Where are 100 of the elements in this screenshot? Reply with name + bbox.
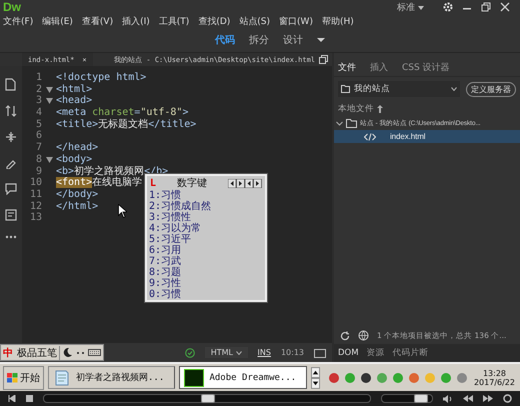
close-icon[interactable]	[500, 2, 510, 12]
line-number: 5	[34, 118, 42, 130]
candidate-item[interactable]: 1:习惯	[147, 190, 265, 201]
refresh-icon[interactable]	[340, 330, 350, 340]
window-size-icon[interactable]	[314, 348, 326, 358]
menu-item[interactable]: 插入(I)	[122, 14, 150, 28]
panel-tab[interactable]: 文件	[338, 61, 356, 74]
line-number: 4	[34, 107, 42, 119]
code-line: <!doctype html>	[56, 72, 146, 84]
code-line: <meta charset="utf-8">	[56, 107, 188, 118]
line-number: 2	[34, 84, 42, 96]
tray-icon[interactable]	[360, 372, 372, 384]
notepad-icon	[53, 368, 71, 386]
caret-icon	[451, 87, 457, 91]
view-tab[interactable]: 设计	[283, 33, 303, 47]
pointer-icon	[118, 204, 127, 218]
candidate-item[interactable]: 3:习惯性	[147, 212, 265, 223]
language-dropdown[interactable]: HTML	[204, 347, 248, 358]
menu-item[interactable]: 窗口(W)	[279, 14, 313, 28]
view-tab[interactable]: 拆分	[249, 33, 269, 47]
panel-tab[interactable]: CSS 设计器	[402, 61, 450, 74]
volume-slider-thumb[interactable]	[414, 394, 428, 403]
line-number: 11	[28, 188, 42, 201]
previous-icon[interactable]	[8, 395, 16, 402]
restore-icon[interactable]	[481, 2, 491, 12]
windows-logo-icon	[7, 372, 18, 382]
sort-arrow-icon[interactable]	[377, 105, 383, 113]
window-icon[interactable]	[319, 55, 328, 64]
fold-icon[interactable]	[46, 86, 52, 93]
caret-icon	[236, 351, 242, 355]
candidate-item[interactable]: 8:习题	[147, 267, 265, 278]
code-line: <title>无标题文档</title>	[56, 118, 196, 130]
menu-item[interactable]: 工具(T)	[158, 14, 190, 28]
menu-item[interactable]: 查找(D)	[198, 14, 230, 28]
line-number: 12	[28, 200, 42, 212]
taskbar-button[interactable]: 初学者之路视频网...	[48, 366, 176, 389]
page-buttons-icon[interactable]	[228, 178, 262, 188]
scroll-arrows-icon[interactable]	[310, 366, 320, 390]
start-button[interactable]: 开始	[3, 366, 44, 390]
panel-tab[interactable]: 插入	[370, 61, 388, 74]
code-line: <head>	[56, 95, 92, 108]
menu-item[interactable]: 编辑(E)	[42, 14, 73, 28]
caret-icon[interactable]	[317, 37, 325, 43]
line-number: 1	[34, 72, 42, 84]
view-tab[interactable]: 代码	[215, 33, 235, 47]
collapse-icon[interactable]	[5, 131, 17, 143]
fold-icon[interactable]	[46, 98, 52, 104]
settings-icon[interactable]	[443, 2, 453, 12]
globe-icon[interactable]	[358, 330, 369, 341]
fold-icon[interactable]	[46, 156, 52, 163]
candidate-item[interactable]: 0:习惯	[147, 289, 265, 300]
panel-tab[interactable]: 代码片断	[392, 347, 429, 359]
insert-mode[interactable]: INS	[258, 348, 271, 357]
menu-item[interactable]: 文件(F)	[3, 14, 34, 28]
ime-logo: L	[150, 178, 156, 188]
file-icon[interactable]	[5, 78, 17, 91]
format-icon[interactable]	[5, 209, 17, 221]
panel-tab[interactable]: 资源	[366, 347, 385, 359]
code-icon	[364, 132, 376, 140]
chevron-icon	[336, 120, 343, 126]
candidate-item[interactable]: 4:习以为常	[147, 223, 265, 234]
folder-icon	[346, 119, 357, 128]
panel-tab[interactable]: DOM	[338, 347, 359, 359]
code-line: <body>	[56, 154, 92, 166]
line-number: 3	[34, 95, 42, 108]
line-number: 7	[34, 142, 42, 154]
clock[interactable]: 13:28 2017/6/22	[472, 368, 517, 386]
workspace-dropdown[interactable]: 标准	[397, 0, 424, 14]
seek-slider-thumb[interactable]	[201, 394, 215, 403]
candidate-item[interactable]: 2:习惯成自然	[147, 201, 265, 212]
ime-name[interactable]: 极品五笔	[15, 346, 60, 360]
site-dropdown[interactable]: 我的站点	[338, 81, 460, 97]
candidate-title: 数字键	[176, 176, 208, 190]
rewind-icon[interactable]	[463, 395, 473, 402]
candidate-item[interactable]: 5:习近平	[147, 234, 265, 245]
taskbar-button[interactable]: Adobe Dreamwe...	[179, 366, 307, 389]
moon-icon[interactable]	[62, 347, 73, 358]
app-logo-icon	[184, 368, 204, 386]
app-logo: Dw	[3, 0, 21, 14]
candidate-item[interactable]: 7:习武	[147, 256, 265, 267]
more-icon[interactable]	[5, 235, 17, 239]
local-files-label: 本地文件	[338, 103, 374, 115]
menu-item[interactable]: 站点(S)	[239, 14, 270, 28]
line-number: 13	[28, 212, 42, 224]
speaker-icon[interactable]	[443, 394, 453, 402]
code-line: <font>在线电脑学	[56, 177, 142, 189]
folder-icon	[341, 85, 350, 93]
candidate-item[interactable]: 9:习性	[147, 278, 265, 289]
sort-icon[interactable]	[5, 105, 17, 117]
candidate-item[interactable]: 6:习用	[147, 245, 265, 256]
cursor-position: 10:13	[280, 348, 304, 357]
fast-forward-icon[interactable]	[483, 395, 493, 402]
menu-item[interactable]: 查看(V)	[82, 14, 114, 28]
settings-icon[interactable]	[503, 394, 512, 403]
caret-icon	[418, 6, 424, 10]
menu-item[interactable]: 帮助(H)	[322, 14, 354, 28]
comment-icon[interactable]	[5, 183, 17, 195]
tree-item[interactable]: index.html	[334, 130, 520, 143]
define-server-button[interactable]: 定义服务器	[466, 82, 516, 96]
keyboard-icon[interactable]	[88, 347, 101, 358]
